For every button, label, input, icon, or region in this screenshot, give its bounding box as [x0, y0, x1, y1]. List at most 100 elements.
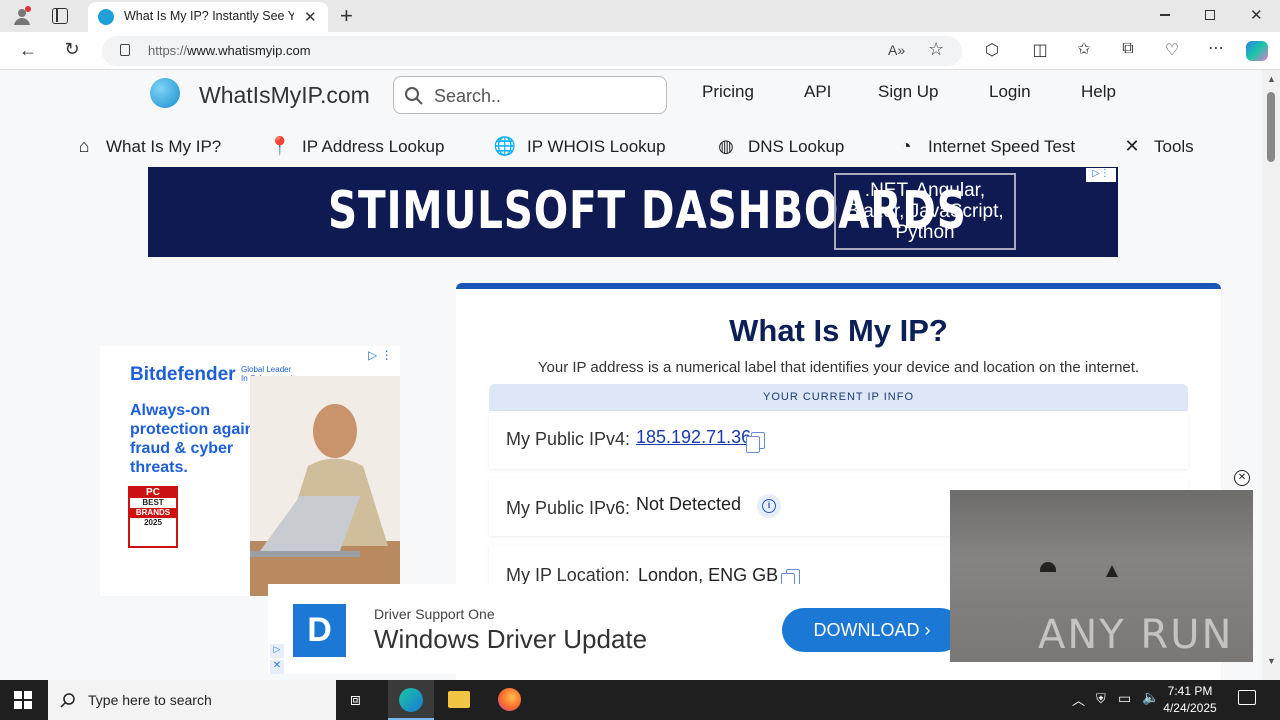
- back-icon[interactable]: ←: [16, 40, 40, 61]
- side-ad-headline-line: fraud & cyber: [130, 440, 234, 457]
- badge-line: PC: [130, 488, 176, 498]
- video-close-icon[interactable]: ✕: [1234, 470, 1250, 486]
- info-icon[interactable]: i: [757, 494, 781, 518]
- copy-icon[interactable]: [746, 432, 765, 453]
- badge-line: BEST: [142, 498, 164, 507]
- ad-close-icon[interactable]: ✕: [270, 660, 284, 674]
- ad-info-icon[interactable]: ▷: [270, 644, 284, 658]
- lock-icon: [120, 44, 130, 56]
- adchoices-icon[interactable]: ▷⋮: [1086, 168, 1116, 182]
- side-ad-tagline-line: Global Leader: [241, 365, 292, 374]
- search-icon: [60, 693, 75, 708]
- minimize-icon[interactable]: [1160, 14, 1170, 16]
- home-icon: ⌂: [78, 136, 90, 156]
- video-watermark: ANY RUN: [1038, 612, 1234, 658]
- scroll-down-icon[interactable]: ▼: [1267, 656, 1276, 666]
- page-scrollbar[interactable]: ▲ ▼: [1262, 70, 1280, 680]
- more-menu-icon[interactable]: ⋯: [1204, 38, 1228, 58]
- active-tab[interactable]: What Is My IP? Instantly See Your ✕: [88, 2, 328, 32]
- site-logo-icon[interactable]: [150, 78, 180, 108]
- nav-api[interactable]: API: [804, 82, 831, 102]
- scrollbar-thumb[interactable]: [1267, 92, 1275, 162]
- nav-label: Internet Speed Test: [928, 137, 1076, 156]
- tab-title: What Is My IP? Instantly See Your: [124, 9, 294, 23]
- close-window-icon[interactable]: ✕: [1250, 6, 1263, 24]
- nav-internet-speed-test[interactable]: ◔ Internet Speed Test: [894, 136, 1076, 157]
- taskbar-search-box[interactable]: Type here to search: [48, 680, 336, 720]
- copilot-icon[interactable]: [1246, 41, 1268, 61]
- nav-sign-up[interactable]: Sign Up: [878, 82, 938, 102]
- globe-icon: 🌐: [493, 136, 517, 156]
- ipv4-label: My Public IPv4:: [506, 429, 631, 449]
- nav-ip-address-lookup[interactable]: 📍 IP Address Lookup: [268, 136, 445, 157]
- nav-label: IP WHOIS Lookup: [527, 137, 666, 156]
- nav-pricing[interactable]: Pricing: [702, 82, 754, 102]
- windows-taskbar: Type here to search ⧈ ︿ ⛨ ▭ 🔈 7:41 PM 4/…: [0, 680, 1280, 720]
- ip-card-subtitle: Your IP address is a numerical label tha…: [537, 359, 1140, 376]
- nav-dns-lookup[interactable]: ◍ DNS Lookup: [714, 136, 844, 157]
- nav-login[interactable]: Login: [989, 82, 1031, 102]
- task-view-icon[interactable]: ⧈: [350, 690, 361, 710]
- ip-card-title: What Is My IP?: [729, 313, 948, 348]
- driver-support-logo-icon: D: [293, 604, 346, 657]
- scroll-up-icon[interactable]: ▲: [1267, 74, 1276, 84]
- banner-tech-box: .NET, Angular, Blazor, JavaScript, Pytho…: [834, 173, 1016, 250]
- refresh-icon[interactable]: ↻: [60, 39, 84, 60]
- favorites-icon[interactable]: ✩: [1072, 39, 1096, 59]
- side-ad-headline-line: Always-on: [130, 402, 211, 419]
- read-aloud-icon[interactable]: A»: [888, 42, 905, 58]
- network-icon[interactable]: ▭: [1118, 690, 1131, 707]
- banner-tech-line: .NET, Angular,: [864, 180, 986, 201]
- side-ad[interactable]: Bitdefender Global Leader In Cybersecuri…: [100, 346, 400, 596]
- banner-ad[interactable]: STIMULSOFT DASHBOARDS .NET, Angular, Bla…: [148, 167, 1118, 257]
- bottom-ad-headline: Windows Driver Update: [374, 624, 648, 654]
- side-ad-brand: Bitdefender: [130, 364, 236, 385]
- extensions-icon[interactable]: ⬡: [980, 40, 1004, 60]
- tab-actions-icon[interactable]: [52, 8, 68, 24]
- nav-label: What Is My IP?: [106, 137, 222, 156]
- ipv6-value: Not Detected: [636, 494, 742, 514]
- address-bar[interactable]: https://www.whatismyip.com A» ☆: [102, 36, 962, 66]
- site-favicon-icon: [98, 9, 114, 25]
- nav-tools[interactable]: ✕ Tools: [1120, 136, 1194, 157]
- close-tab-icon[interactable]: ✕: [304, 8, 317, 26]
- nav-what-is-my-ip[interactable]: ⌂ What Is My IP?: [72, 136, 222, 157]
- dolphin-fin: [1040, 562, 1056, 572]
- download-button[interactable]: DOWNLOAD ›: [782, 608, 962, 652]
- bottom-ad[interactable]: D Driver Support One Windows Driver Upda…: [268, 584, 996, 674]
- windows-start-icon[interactable]: [14, 691, 32, 709]
- side-ad-headline-line: protection against: [130, 421, 269, 438]
- site-search-input[interactable]: Search..: [393, 76, 667, 114]
- bottom-ad-company: Driver Support One: [374, 606, 495, 622]
- ipv4-row: My Public IPv4: 185.192.71.36: [489, 411, 1188, 469]
- nav-help[interactable]: Help: [1081, 82, 1116, 102]
- nav-label: IP Address Lookup: [302, 137, 445, 156]
- nav-ip-whois-lookup[interactable]: 🌐 IP WHOIS Lookup: [493, 136, 666, 157]
- ipv4-value-link[interactable]: 185.192.71.36: [636, 427, 751, 448]
- browser-essentials-icon[interactable]: ♡: [1160, 40, 1184, 60]
- firefox-icon[interactable]: [498, 688, 521, 711]
- floating-video-player[interactable]: ANY RUN: [950, 490, 1253, 662]
- taskbar-time[interactable]: 7:41 PM: [1150, 684, 1230, 698]
- url-prefix: https://: [148, 43, 188, 58]
- restore-icon[interactable]: [1205, 10, 1215, 20]
- site-logo-text[interactable]: WhatIsMyIP.com: [199, 82, 370, 109]
- profile-icon[interactable]: [12, 6, 32, 26]
- nav-label: DNS Lookup: [748, 137, 845, 156]
- split-screen-icon[interactable]: ◫: [1028, 40, 1052, 60]
- nav-label: Tools: [1154, 137, 1194, 156]
- favorite-star-icon[interactable]: ☆: [928, 39, 944, 60]
- adchoices-icon[interactable]: ▷ ⋮: [368, 348, 393, 362]
- download-button-label: DOWNLOAD: [813, 620, 920, 640]
- taskbar-date[interactable]: 4/24/2025: [1150, 701, 1230, 715]
- person-with-laptop-image: [250, 376, 400, 596]
- tools-icon: ✕: [1124, 136, 1140, 156]
- system-tray-chevron-icon[interactable]: ︿: [1072, 690, 1085, 709]
- new-tab-icon[interactable]: +: [340, 3, 353, 29]
- security-tray-icon[interactable]: ⛨: [1096, 691, 1106, 707]
- side-ad-headline: Always-on protection against fraud & cyb…: [130, 401, 269, 477]
- notification-icon[interactable]: [1238, 690, 1256, 705]
- file-explorer-icon[interactable]: [448, 691, 470, 708]
- edge-taskbar-icon[interactable]: [388, 680, 434, 720]
- collections-icon[interactable]: ⧉: [1116, 40, 1140, 58]
